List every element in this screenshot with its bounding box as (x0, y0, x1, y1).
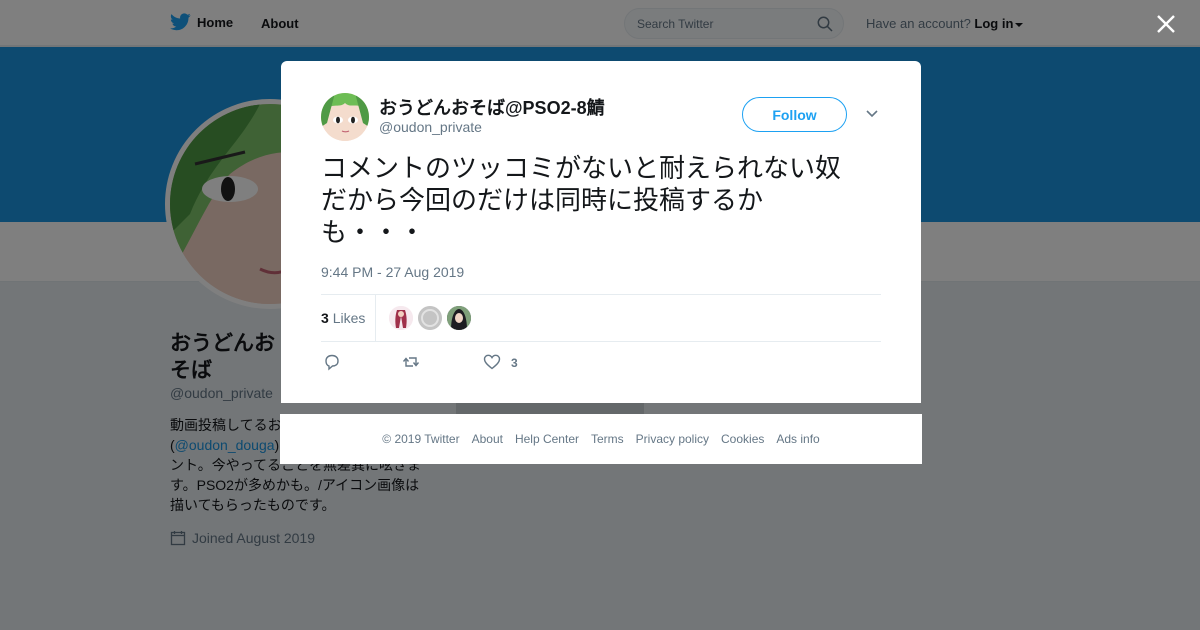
liker-avatar[interactable] (418, 306, 442, 330)
tweet-text: コメントのツッコミがないと耐えられない奴だから今回のだけは同時に投稿するかも・・… (321, 154, 842, 248)
close-icon[interactable] (1156, 14, 1176, 34)
liker-avatar[interactable] (389, 306, 413, 330)
tweet-modal: おうどんおそば@PSO2-8鯖 @oudon_private Follow コメ… (281, 61, 921, 403)
footer-link-terms[interactable]: Terms (591, 432, 624, 446)
liker-avatar-image (447, 306, 471, 330)
tweet-author-avatar[interactable] (321, 93, 369, 141)
footer-link-about[interactable]: About (472, 432, 503, 446)
footer-links: © 2019 Twitter About Help Center Terms P… (280, 414, 922, 446)
liker-avatar[interactable] (447, 306, 471, 330)
footer-link-privacy[interactable]: Privacy policy (636, 432, 709, 446)
follow-button[interactable]: Follow (742, 97, 847, 132)
like-action-count: 3 (511, 356, 518, 370)
author-avatar-image (321, 93, 369, 141)
liker-avatar-image (418, 306, 442, 330)
tweet-actions: 3 (321, 353, 881, 373)
likes-stat[interactable]: 3 Likes (321, 310, 365, 326)
likes-label: Likes (332, 310, 366, 326)
modal-footer: © 2019 Twitter About Help Center Terms P… (280, 414, 922, 464)
footer-copyright: © 2019 Twitter (382, 432, 460, 446)
footer-link-ads-info[interactable]: Ads info (776, 432, 819, 446)
retweet-icon[interactable] (402, 353, 420, 371)
footer-link-help-center[interactable]: Help Center (515, 432, 579, 446)
tweet-author-name[interactable]: おうどんおそば@PSO2-8鯖 (379, 94, 605, 120)
tweet-timestamp[interactable]: 9:44 PM - 27 Aug 2019 (321, 264, 464, 280)
chevron-down-icon[interactable] (865, 109, 879, 119)
liker-avatar-image (389, 306, 413, 330)
footer-link-cookies[interactable]: Cookies (721, 432, 764, 446)
reply-icon[interactable] (323, 353, 341, 371)
tweet-stats: 3 Likes (321, 294, 881, 342)
tweet-author-handle[interactable]: @oudon_private (379, 119, 482, 135)
likes-count: 3 (321, 310, 329, 326)
stats-divider (375, 295, 376, 342)
heart-icon[interactable] (483, 353, 501, 371)
